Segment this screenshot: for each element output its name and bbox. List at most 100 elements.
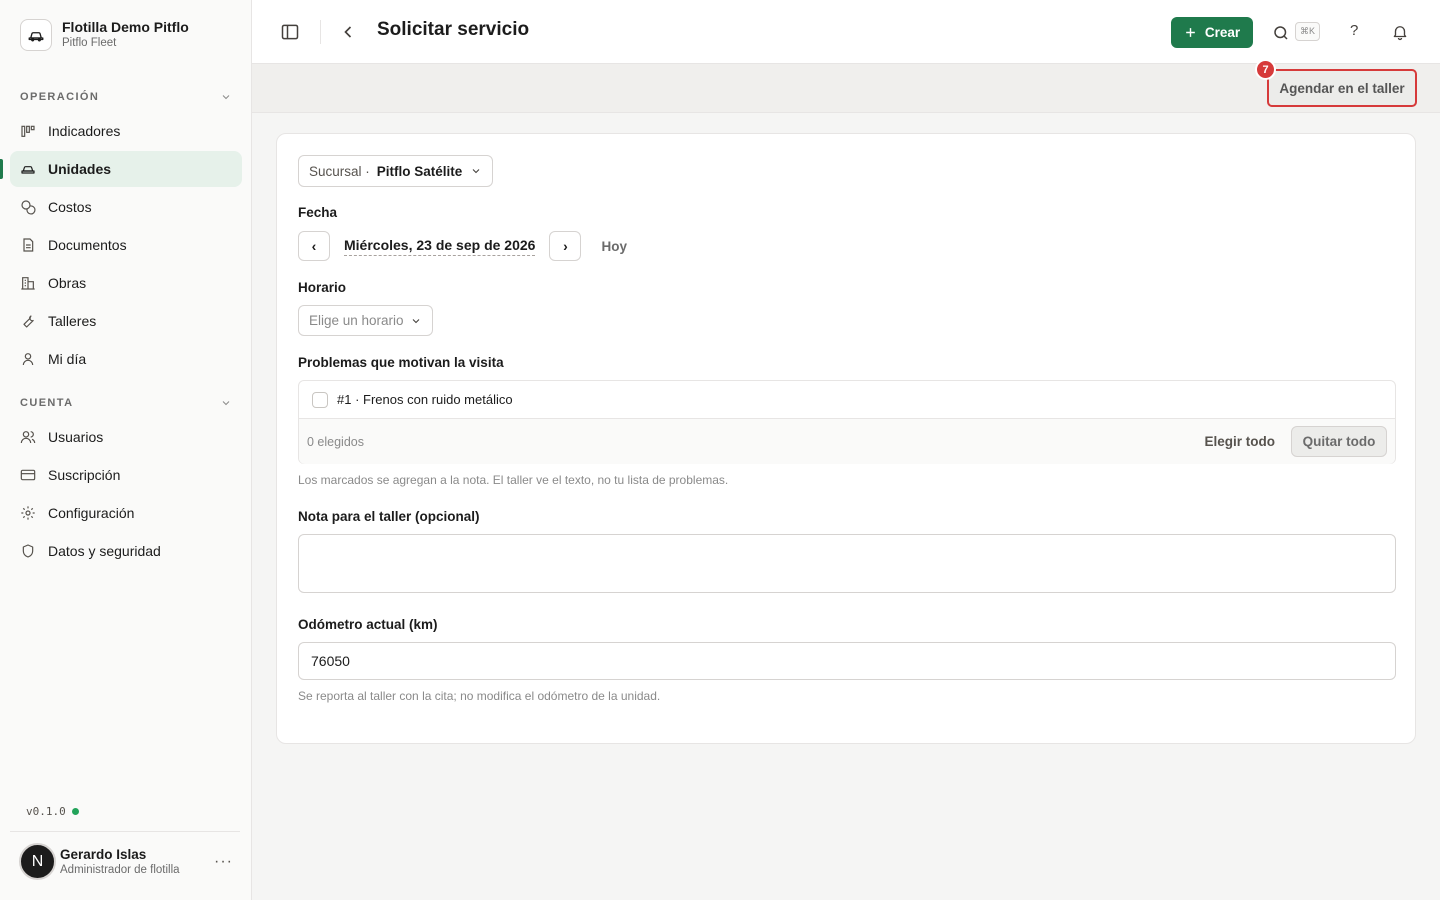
user-menu[interactable]: N Gerardo Islas Administrador de flotill… [19, 843, 241, 880]
create-button[interactable]: Crear [1171, 17, 1253, 48]
status-dot [71, 808, 79, 815]
prev-day-button[interactable]: ‹ [298, 231, 330, 261]
date-value[interactable]: Miércoles, 23 de sep de 2026 [344, 237, 536, 256]
divider [320, 20, 321, 44]
sidebar-item-datos-seguridad[interactable]: Datos y seguridad [10, 533, 242, 569]
branch-selector[interactable]: Sucursal · Pitflo Satélite [298, 155, 494, 187]
section-account-label: CUENTA [20, 397, 74, 409]
version-indicator: v0.1.0 [26, 805, 79, 818]
sidebar-item-suscripcion[interactable]: Suscripción [10, 457, 242, 493]
problem-text: #1 · Frenos con ruido metálico [337, 392, 513, 407]
sidebar-item-indicadores[interactable]: Indicadores [10, 113, 242, 149]
account-nav: Usuarios Suscripción Configuración Datos… [10, 419, 242, 571]
chosen-count: 0 elegidos [307, 434, 364, 449]
coins-icon [20, 199, 36, 215]
sidebar-item-label: Suscripción [48, 467, 121, 483]
schedule-at-shop-button[interactable]: Agendar en el taller [1267, 69, 1417, 107]
search-icon[interactable] [1272, 24, 1290, 42]
users-icon [20, 429, 36, 445]
section-operation-label: OPERACIÓN [20, 91, 100, 103]
user-name: Gerardo Islas [60, 846, 147, 862]
sidebar: Flotilla Demo Pitflo Pitflo Fleet OPERAC… [0, 0, 252, 900]
operation-nav: Indicadores Unidades Costos Documentos O… [0, 113, 242, 379]
org-subtitle: Pitflo Fleet [62, 37, 117, 49]
note-label: Nota para el taller (opcional) [298, 509, 480, 524]
sidebar-item-label: Costos [48, 199, 92, 215]
org-switcher[interactable]: Flotilla Demo Pitflo Pitflo Fleet [20, 18, 189, 51]
avatar: N [19, 843, 56, 880]
user-icon [20, 351, 36, 367]
date-picker: ‹ Miércoles, 23 de sep de 2026 › Hoy [298, 231, 627, 261]
branch-prefix: Sucursal · [309, 163, 370, 179]
sidebar-item-usuarios[interactable]: Usuarios [10, 419, 242, 455]
action-strip: Agendar en el taller 7 [252, 59, 1440, 113]
list-item[interactable]: #1 · Frenos con ruido metálico [299, 381, 1395, 419]
step-badge: 7 [1255, 59, 1276, 80]
car-icon [20, 18, 52, 51]
version-label: v0.1.0 [26, 805, 66, 818]
chevron-down-icon [222, 401, 230, 406]
shield-icon [20, 543, 36, 559]
create-button-label: Crear [1204, 25, 1241, 40]
sidebar-item-talleres[interactable]: Talleres [10, 303, 242, 339]
service-request-form: Sucursal · Pitflo Satélite Fecha ‹ Miérc… [276, 133, 1416, 744]
sidebar-item-label: Unidades [48, 161, 112, 177]
section-account-header[interactable]: CUENTA [20, 397, 232, 409]
sidebar-item-label: Mi día [48, 351, 87, 367]
more-icon[interactable]: ··· [214, 853, 233, 871]
page-title: Solicitar servicio [377, 19, 530, 40]
card-icon [20, 467, 36, 483]
shortcut-badge: ⌘K [1295, 22, 1320, 41]
back-icon[interactable] [338, 22, 358, 42]
wrench-icon [20, 313, 36, 329]
problems-footer: 0 elegidos Elegir todo Quitar todo [299, 419, 1395, 464]
note-textarea[interactable] [298, 534, 1396, 593]
chevron-down-icon [412, 318, 419, 323]
sidebar-item-documentos[interactable]: Documentos [10, 227, 242, 263]
document-icon [20, 237, 36, 253]
problem-checkbox[interactable] [312, 391, 328, 408]
chevron-down-icon [472, 169, 480, 174]
sidebar-item-label: Datos y seguridad [48, 543, 161, 559]
sidebar-item-configuracion[interactable]: Configuración [10, 495, 242, 531]
problems-hint: Los marcados se agregan a la nota. El ta… [298, 473, 729, 487]
gear-icon [20, 505, 36, 521]
odometer-label: Odómetro actual (km) [298, 617, 438, 632]
sidebar-toggle-icon[interactable] [280, 22, 300, 42]
org-name: Flotilla Demo Pitflo [62, 19, 189, 35]
problems-list: #1 · Frenos con ruido metálico 0 elegido… [298, 380, 1396, 464]
sidebar-item-costos[interactable]: Costos [10, 189, 242, 225]
user-role: Administrador de flotilla [60, 863, 180, 876]
plus-icon [1186, 28, 1195, 37]
odometer-input[interactable]: 76050 [298, 642, 1396, 680]
car-icon [20, 161, 36, 177]
today-button[interactable]: Hoy [601, 239, 627, 254]
sidebar-item-label: Configuración [48, 505, 135, 521]
topbar: Solicitar servicio Crear ⌘K ? [252, 0, 1440, 64]
sidebar-item-mi-dia[interactable]: Mi día [10, 341, 242, 377]
sidebar-item-obras[interactable]: Obras [10, 265, 242, 301]
bell-icon[interactable] [1391, 23, 1409, 41]
schedule-label: Horario [298, 280, 347, 295]
chevron-down-icon [222, 95, 230, 100]
sidebar-item-label: Usuarios [48, 429, 104, 445]
sidebar-item-label: Documentos [48, 237, 127, 253]
odometer-hint: Se reporta al taller con la cita; no mod… [298, 689, 661, 703]
branch-value: Pitflo Satélite [376, 163, 463, 179]
sidebar-item-unidades[interactable]: Unidades [0, 151, 242, 187]
section-operation-header[interactable]: OPERACIÓN [20, 91, 232, 103]
next-day-button[interactable]: › [549, 231, 582, 261]
sidebar-item-label: Talleres [48, 313, 97, 329]
help-icon[interactable]: ? [1350, 22, 1358, 39]
problems-label: Problemas que motivan la visita [298, 355, 504, 370]
schedule-select[interactable]: Elige un horario [298, 305, 433, 336]
sidebar-item-label: Obras [48, 275, 87, 291]
sidebar-item-label: Indicadores [48, 123, 121, 139]
building-icon [20, 275, 36, 291]
schedule-placeholder: Elige un horario [309, 313, 404, 328]
select-all-button[interactable]: Elegir todo [1205, 434, 1276, 449]
clear-all-button[interactable]: Quitar todo [1291, 426, 1387, 457]
chart-bars-icon [20, 123, 36, 139]
date-label: Fecha [298, 205, 338, 220]
divider [10, 831, 240, 832]
